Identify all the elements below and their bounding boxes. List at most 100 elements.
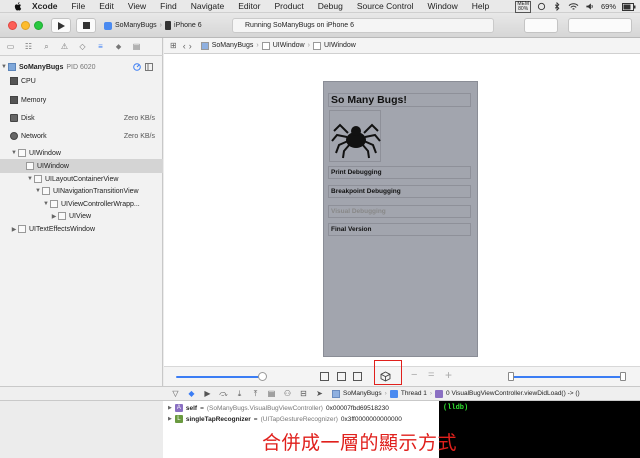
frame-icon [435,389,444,398]
stop-button[interactable] [76,18,96,33]
breakpoint-debugging-button[interactable]: Breakpoint Debugging [328,185,471,198]
disclosure-open-icon[interactable]: ▼ [0,64,8,70]
menu-source-control[interactable]: Source Control [357,1,414,11]
menu-product[interactable]: Product [274,1,303,11]
test-nav-icon[interactable]: ◇ [78,42,87,51]
memory-indicator[interactable]: MEM 80% [515,0,531,13]
minimize-window-button[interactable] [21,21,30,30]
menu-edit[interactable]: Edit [99,1,114,11]
scheme-selector[interactable]: SoManyBugs › iPhone 6 [104,18,220,33]
zoom-reset-icon[interactable]: = [428,369,434,381]
forward-icon[interactable]: › [189,41,192,51]
breadcrumb-1[interactable]: UIWindow [273,42,305,49]
view-panels-control[interactable] [568,18,632,33]
gauge-icon[interactable] [133,63,141,71]
tree-item-text-effects-window[interactable]: ▶ UITextEffectsWindow [0,222,163,236]
breadcrumb-0[interactable]: SoManyBugs [212,42,254,49]
related-items-icon[interactable]: ⊞ [170,41,177,50]
menu-file[interactable]: File [72,1,86,11]
memory-graph-icon[interactable]: ⚇ [283,389,292,398]
pause-icon[interactable]: ▶ [203,389,212,398]
apple-icon[interactable] [14,1,22,11]
disclosure-open-icon[interactable]: ▼ [10,150,18,156]
breakpoint-nav-icon[interactable]: ⬥ [114,42,123,52]
screen-title[interactable]: So Many Bugs! [328,93,471,107]
spacing-slider-knob[interactable] [258,372,267,381]
process-row[interactable]: ▼ SoManyBugs PID 6020 [0,60,163,74]
location-icon[interactable]: ➤ [315,389,324,398]
run-button[interactable] [51,18,71,33]
visual-debugging-button[interactable]: Visual Debugging [328,205,471,218]
zoom-in-icon[interactable]: + [445,368,452,382]
menu-navigate[interactable]: Navigate [191,1,225,11]
debug-nav-icon[interactable]: ≡ [96,42,105,51]
debug-target[interactable]: SoManyBugs [343,390,382,397]
step-out-icon[interactable]: ⤒ [251,389,260,399]
show-clipped-icon[interactable] [320,372,329,381]
tree-item-uiwindow-selected[interactable]: UIWindow [0,159,163,173]
symbol-nav-icon[interactable]: ☷ [24,42,33,51]
spacing-slider[interactable] [176,376,262,378]
range-slider-left-handle[interactable] [508,372,514,381]
show-constraints-icon[interactable] [337,372,346,381]
debug-frame[interactable]: 0 VisualBugViewController.viewDidLoad() … [446,390,580,397]
gauge-memory[interactable]: Memory [0,93,163,107]
sync-icon[interactable] [537,2,546,11]
disclosure-open-icon[interactable]: ▼ [34,188,42,194]
navigator-tabs: ▭ ☷ ⌕ ⚠ ◇ ≡ ⬥ ▤ [0,38,163,56]
gauge-cpu[interactable]: CPU [0,74,163,88]
tree-item-uiwindow[interactable]: ▼ UIWindow [0,146,163,160]
zoom-window-button[interactable] [34,21,43,30]
tree-item-navigation-transition[interactable]: ▼ UINavigationTransitionView [0,184,163,198]
menu-app-name[interactable]: Xcode [32,1,58,11]
disclosure-open-icon[interactable]: ▼ [26,176,34,182]
menu-debug[interactable]: Debug [318,1,343,11]
disclosure-open-icon[interactable]: ▼ [42,201,50,207]
debug-console[interactable] [439,401,640,458]
environment-overrides-icon[interactable]: ⊟ [299,389,308,398]
disclosure-closed-icon[interactable]: ▶ [50,213,58,220]
gauge-disk[interactable]: Disk Zero KB/s [0,111,163,125]
close-window-button[interactable] [8,21,17,30]
volume-icon[interactable] [585,2,595,11]
disclosure-closed-icon[interactable]: ▶ [168,416,172,422]
hide-debug-area-icon[interactable]: ▽ [171,389,180,398]
debug-thread[interactable]: Thread 1 [401,390,427,397]
disclosure-closed-icon[interactable]: ▶ [10,226,18,233]
report-nav-icon[interactable]: ▤ [132,42,141,51]
view-options-icon[interactable] [145,63,153,71]
menu-editor[interactable]: Editor [238,1,260,11]
step-over-icon[interactable]: ⤼ [219,389,228,399]
zoom-out-icon[interactable]: − [411,369,417,381]
find-nav-icon[interactable]: ⌕ [42,42,51,52]
disclosure-closed-icon[interactable]: ▶ [168,405,172,411]
final-version-button[interactable]: Final Version [328,223,471,236]
variable-row[interactable]: ▶ A self = (SoManyBugs.VisualBugViewCont… [168,404,389,412]
print-debugging-button[interactable]: Print Debugging [328,166,471,179]
tree-item-uiview[interactable]: ▶ UIView [0,209,163,223]
range-slider[interactable] [512,376,624,378]
range-slider-right-handle[interactable] [620,372,626,381]
step-in-icon[interactable]: ⤓ [235,389,244,399]
breadcrumb-2[interactable]: UIWindow [324,42,356,49]
variable-row[interactable]: ▶ L singleTapRecognizer = (UITapGestureR… [168,415,402,423]
gauge-network[interactable]: Network Zero KB/s [0,129,163,143]
back-icon[interactable]: ‹ [183,41,186,51]
view-hierarchy-icon[interactable]: ▤ [267,389,276,398]
adjust-view-mode-icon[interactable] [353,372,362,381]
menu-help[interactable]: Help [472,1,489,11]
issue-nav-icon[interactable]: ⚠ [60,42,69,51]
project-nav-icon[interactable]: ▭ [6,42,15,51]
battery-icon[interactable] [622,2,636,11]
view-icon [18,225,26,233]
menu-find[interactable]: Find [160,1,177,11]
editor-mode-control[interactable] [524,18,558,33]
breakpoints-toggle-icon[interactable]: ◆ [187,389,196,398]
view-icon [58,212,66,220]
spider-image[interactable] [329,110,381,162]
menu-window[interactable]: Window [428,1,458,11]
bluetooth-icon[interactable] [552,2,562,11]
wifi-icon[interactable] [568,2,579,11]
variable-value: 0x00007fbd69518230 [325,404,389,412]
menu-view[interactable]: View [128,1,146,11]
